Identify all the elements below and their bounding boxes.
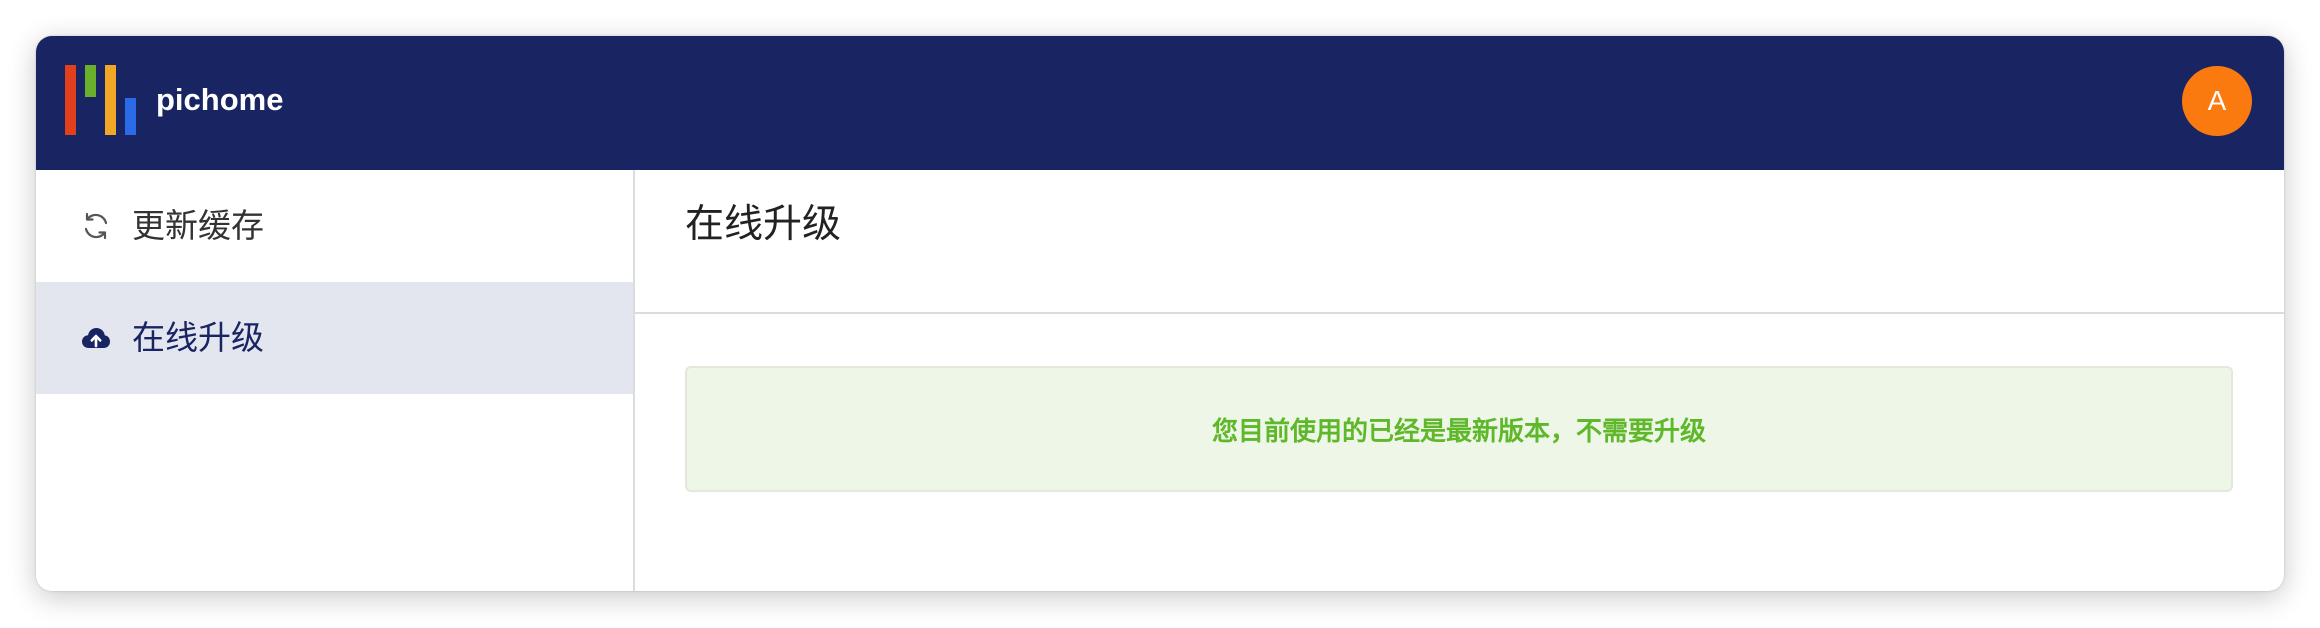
cloud-upload-icon — [80, 322, 112, 354]
sidebar: 更新缓存 在线升级 — [36, 170, 635, 591]
success-alert: 您目前使用的已经是最新版本，不需要升级 — [685, 366, 2233, 492]
refresh-icon — [80, 210, 112, 242]
logo-bar-blue — [125, 98, 136, 135]
app-window: pichome A 更新缓存 在线升级 在线升级 您目前使用的已经是最新版本，不… — [36, 36, 2284, 591]
sidebar-item-online-upgrade[interactable]: 在线升级 — [36, 282, 633, 394]
title-divider — [635, 312, 2284, 314]
sidebar-item-label: 更新缓存 — [132, 206, 264, 245]
logo-bar-green — [85, 65, 96, 97]
logo-bar-red — [65, 65, 76, 135]
pichome-logo[interactable] — [65, 65, 141, 135]
page-title: 在线升级 — [685, 202, 842, 247]
logo-bar-yellow — [105, 65, 116, 135]
sidebar-item-label: 在线升级 — [132, 318, 264, 357]
sidebar-item-refresh-cache[interactable]: 更新缓存 — [36, 170, 633, 282]
top-header: pichome A — [36, 36, 2284, 170]
user-avatar[interactable]: A — [2182, 66, 2252, 136]
brand-name[interactable]: pichome — [156, 80, 283, 120]
alert-message: 您目前使用的已经是最新版本，不需要升级 — [1211, 416, 1706, 447]
main-content: 在线升级 您目前使用的已经是最新版本，不需要升级 — [635, 170, 2284, 591]
